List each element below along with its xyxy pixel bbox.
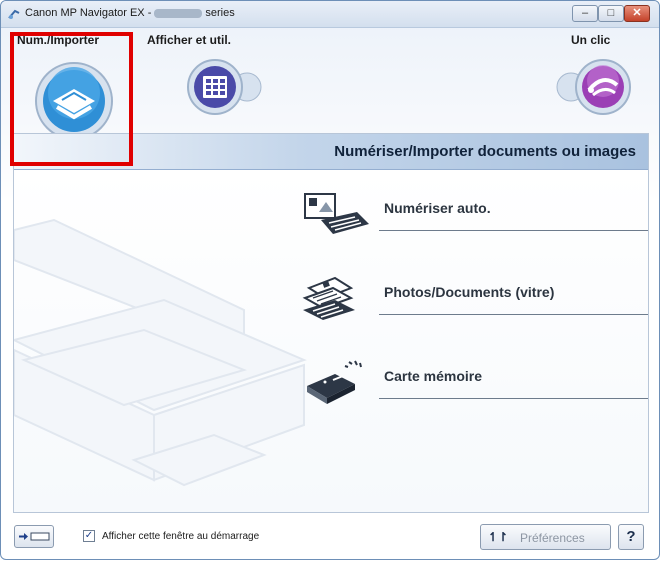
photos-documents-label: Photos/Documents (vitre) [384, 284, 555, 300]
window-title: Canon MP Navigator EX - series [25, 7, 235, 19]
minimize-button[interactable]: – [572, 5, 598, 22]
scanner-background-illustration [14, 218, 307, 487]
window-title-prefix: Canon MP Navigator EX - [25, 7, 152, 19]
auto-scan-icon [304, 193, 369, 234]
one-click-icon[interactable] [553, 57, 633, 117]
show-at-startup-label: Afficher cette fenêtre au démarrage [102, 531, 260, 542]
window-title-suffix: series [205, 7, 235, 19]
preferences-icon: ↿↾ [488, 530, 509, 544]
preferences-label: Préférences [520, 531, 585, 545]
divider [379, 314, 648, 315]
app-icon [8, 9, 20, 19]
bottom-bar: ✓ Afficher cette fenêtre au démarrage ↿↾… [1, 511, 659, 559]
grid-view-icon[interactable] [187, 57, 267, 117]
panel-title: Numériser/Importer documents ou images [334, 143, 636, 160]
arrow-right-icon [19, 532, 50, 541]
tab-view-use-label[interactable]: Afficher et util. [147, 33, 231, 47]
close-button[interactable]: ✕ [624, 5, 650, 22]
scan-import-panel: Numériser/Importer documents ou images N… [13, 133, 649, 513]
auto-scan-label: Numériser auto. [384, 200, 491, 216]
tab-one-click-label[interactable]: Un clic [571, 33, 610, 47]
help-button[interactable]: ? [618, 524, 644, 550]
panel-body: Numériser auto. Photos/Documents (vitre) [14, 170, 648, 512]
maximize-button[interactable]: □ [598, 5, 624, 22]
preferences-button[interactable]: ↿↾ Préférences [480, 524, 611, 550]
memory-card-icon [307, 360, 362, 404]
divider [379, 398, 648, 399]
toggle-main-menu-button[interactable] [14, 525, 54, 548]
platen-documents-icon [302, 276, 355, 320]
selected-mode-highlight [10, 32, 133, 166]
auto-scan-action[interactable]: Numériser auto. [299, 190, 648, 250]
app-window: Canon MP Navigator EX - series – □ ✕ Num.… [0, 0, 660, 560]
memory-card-action[interactable]: Carte mémoire [299, 358, 648, 418]
title-bar: Canon MP Navigator EX - series – □ ✕ [1, 1, 659, 28]
redacted-model [154, 8, 203, 18]
memory-card-label: Carte mémoire [384, 368, 483, 384]
divider [379, 230, 648, 231]
photos-documents-action[interactable]: Photos/Documents (vitre) [299, 274, 648, 334]
show-at-startup-checkbox[interactable]: ✓ [83, 530, 95, 542]
